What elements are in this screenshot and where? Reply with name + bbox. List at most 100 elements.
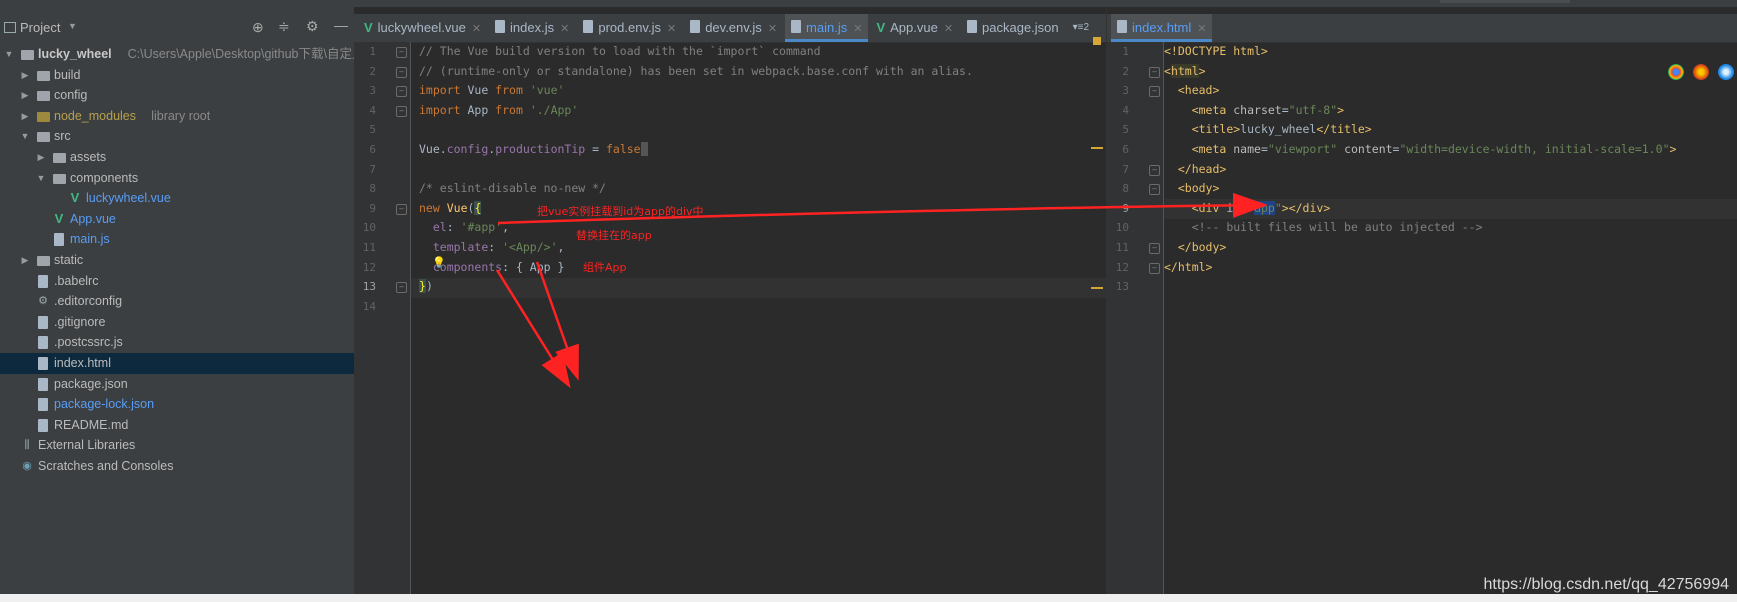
tree-item-lucky-wheel[interactable]: ▼ lucky_wheel C:\Users\Apple\Desktop\githu… bbox=[0, 44, 365, 65]
locate-icon[interactable]: ⊕ bbox=[252, 19, 264, 36]
vue-file-icon: V bbox=[54, 210, 64, 226]
expand-arrow-icon[interactable]: ▼ bbox=[4, 44, 14, 65]
project-view-icon[interactable] bbox=[4, 22, 16, 33]
js-file-icon bbox=[690, 14, 701, 42]
tree-item-package-lock-json[interactable]: package-lock.json bbox=[0, 394, 354, 415]
chrome-icon[interactable] bbox=[1668, 64, 1684, 80]
tree-item-label: lucky_wheel bbox=[38, 47, 112, 61]
fold-toggle-icon[interactable]: − bbox=[396, 105, 407, 117]
tab-prod-env-js[interactable]: prod.env.js ✕ bbox=[577, 14, 682, 42]
tree-item-readme-md[interactable]: README.md bbox=[0, 415, 354, 436]
tree-item-editorconfig[interactable]: ⚙ .editorconfig bbox=[0, 291, 354, 312]
fold-toggle-icon[interactable]: − bbox=[1149, 86, 1160, 98]
collapse-all-icon[interactable]: ≑ bbox=[278, 18, 290, 35]
project-path-text: C:\Users\Apple\Desktop\github下载\自定义 bbox=[127, 47, 365, 61]
tree-item-static[interactable]: ▶ static bbox=[0, 250, 354, 271]
editor-tab-bar-2: index.html ✕ bbox=[1107, 14, 1737, 43]
code-area[interactable]: // The Vue build version to load with th… bbox=[419, 42, 1099, 294]
tab-main-js[interactable]: main.js ✕ bbox=[785, 14, 869, 42]
fold-toggle-icon[interactable]: − bbox=[1149, 262, 1160, 274]
collapse-arrow-icon[interactable]: ▶ bbox=[20, 106, 30, 127]
tree-item-gitignore[interactable]: .gitignore bbox=[0, 312, 354, 333]
tree-item-luckywheel-vue[interactable]: Vluckywheel.vue bbox=[0, 188, 354, 209]
tab-index-js[interactable]: index.js ✕ bbox=[489, 14, 575, 42]
tree-item-app-vue[interactable]: V App.vue bbox=[0, 209, 354, 230]
scratches-icon: ◉ bbox=[22, 459, 32, 472]
tab-package-json[interactable]: package.json bbox=[961, 14, 1065, 42]
js-file-icon bbox=[791, 14, 802, 42]
tree-item-src[interactable]: ▼ src bbox=[0, 126, 354, 147]
fold-toggle-icon[interactable]: − bbox=[396, 47, 407, 58]
tab-app-vue[interactable]: V App.vue ✕ bbox=[870, 14, 959, 42]
tree-item-postcssrc-js[interactable]: .postcssrc.js bbox=[0, 332, 354, 353]
tree-item-label: luckywheel.vue bbox=[86, 191, 171, 206]
fold-toggle-icon[interactable]: − bbox=[396, 86, 407, 98]
tree-item-label: External Libraries bbox=[38, 438, 136, 453]
line-number: 9 bbox=[1122, 201, 1129, 215]
close-tab-icon[interactable]: ✕ bbox=[1197, 23, 1206, 35]
tree-item-label: .editorconfig bbox=[54, 294, 123, 309]
project-panel-title[interactable]: Project bbox=[20, 20, 60, 35]
folder-icon bbox=[36, 88, 50, 102]
generic-file-icon bbox=[36, 397, 50, 412]
fold-toggle-icon[interactable]: − bbox=[1149, 164, 1160, 176]
expand-arrow-icon[interactable]: ▼ bbox=[20, 126, 30, 147]
minimize-icon[interactable]: — bbox=[334, 17, 348, 33]
close-tab-icon[interactable]: ✕ bbox=[853, 23, 862, 35]
gear-icon[interactable]: ⚙ bbox=[306, 18, 319, 35]
line-number: 2 bbox=[1122, 64, 1129, 78]
project-panel: Project ▼ ⊕ ≑ ⚙ — ▼ lucky_wheel C:\Users\A… bbox=[0, 7, 365, 594]
firefox-icon[interactable] bbox=[1693, 64, 1709, 80]
collapse-arrow-icon[interactable]: ▶ bbox=[36, 147, 46, 168]
fold-toggle-icon[interactable]: − bbox=[1149, 66, 1160, 78]
collapse-arrow-icon[interactable]: ▶ bbox=[20, 65, 30, 86]
close-tab-icon[interactable]: ✕ bbox=[560, 23, 569, 35]
tab-index-html[interactable]: index.html ✕ bbox=[1111, 14, 1213, 42]
tree-item-scratches-and-consoles[interactable]: ◉ Scratches and Consoles bbox=[0, 456, 354, 477]
tree-item-main-js[interactable]: main.js bbox=[0, 229, 354, 250]
line-number: 5 bbox=[1122, 123, 1129, 137]
tree-item-label: static bbox=[54, 252, 84, 267]
tree-item-label: App.vue bbox=[70, 211, 116, 226]
tree-item-config[interactable]: ▶ config bbox=[0, 85, 354, 106]
tree-item-package-json[interactable]: package.json bbox=[0, 374, 354, 395]
tree-item-external-libraries[interactable]: ⫼ External Libraries bbox=[0, 435, 354, 456]
library-icon: ⫼ bbox=[24, 439, 30, 452]
component-annotation: 组件App bbox=[583, 261, 627, 274]
fold-toggle-icon[interactable]: − bbox=[396, 282, 407, 294]
window-top-strip bbox=[0, 0, 1737, 7]
chevron-down-icon[interactable]: ▼ bbox=[68, 21, 77, 31]
close-tab-icon[interactable]: ✕ bbox=[472, 23, 481, 35]
close-tab-icon[interactable]: ✕ bbox=[944, 23, 953, 35]
line-number: 1 bbox=[1122, 45, 1129, 58]
safari-icon[interactable] bbox=[1718, 64, 1734, 80]
tree-item-babelrc[interactable]: .babelrc bbox=[0, 271, 354, 292]
project-tree: ▼ lucky_wheel C:\Users\Apple\Desktop\githu… bbox=[0, 44, 365, 477]
fold-toggle-icon[interactable]: − bbox=[1149, 184, 1160, 196]
collapse-arrow-icon[interactable]: ▶ bbox=[20, 250, 30, 271]
tab-overflow-button[interactable]: ▾≡2 bbox=[1067, 14, 1095, 42]
vue-file-icon: V bbox=[70, 190, 80, 206]
tree-item-components[interactable]: ▼ components bbox=[0, 168, 354, 189]
tab-luckywheel-vue[interactable]: Vluckywheel.vue ✕ bbox=[358, 14, 487, 42]
bulb-icon[interactable]: 💡 bbox=[432, 256, 446, 269]
fold-toggle-icon[interactable]: − bbox=[396, 203, 407, 215]
line-number: 3 bbox=[1122, 84, 1129, 98]
tree-item-build[interactable]: ▶ build bbox=[0, 65, 354, 86]
fold-toggle-icon[interactable]: − bbox=[396, 66, 407, 78]
scroll-marker bbox=[1091, 287, 1103, 289]
close-tab-icon[interactable]: ✕ bbox=[768, 23, 777, 35]
tab-dev-env-js[interactable]: dev.env.js ✕ bbox=[684, 14, 783, 42]
line-number: 4 bbox=[369, 103, 376, 117]
inspection-marker[interactable] bbox=[1093, 37, 1101, 45]
generic-file-icon bbox=[36, 274, 50, 288]
close-tab-icon[interactable]: ✕ bbox=[667, 23, 676, 35]
tree-item-node-modules[interactable]: ▶ node_modules library root bbox=[0, 106, 354, 127]
fold-toggle-icon[interactable]: − bbox=[1149, 243, 1160, 254]
tree-item-index-html[interactable]: index.html bbox=[0, 352, 354, 374]
editor-main-js: Vluckywheel.vue ✕ index.js ✕ prod.env.js ✕ dev… bbox=[354, 7, 1106, 594]
tree-item-assets[interactable]: ▶ assets bbox=[0, 147, 354, 168]
expand-arrow-icon[interactable]: ▼ bbox=[36, 168, 46, 189]
collapse-arrow-icon[interactable]: ▶ bbox=[20, 85, 30, 106]
html-code-area[interactable]: <!DOCTYPE html> <html> <head> <meta char… bbox=[1164, 42, 1734, 274]
